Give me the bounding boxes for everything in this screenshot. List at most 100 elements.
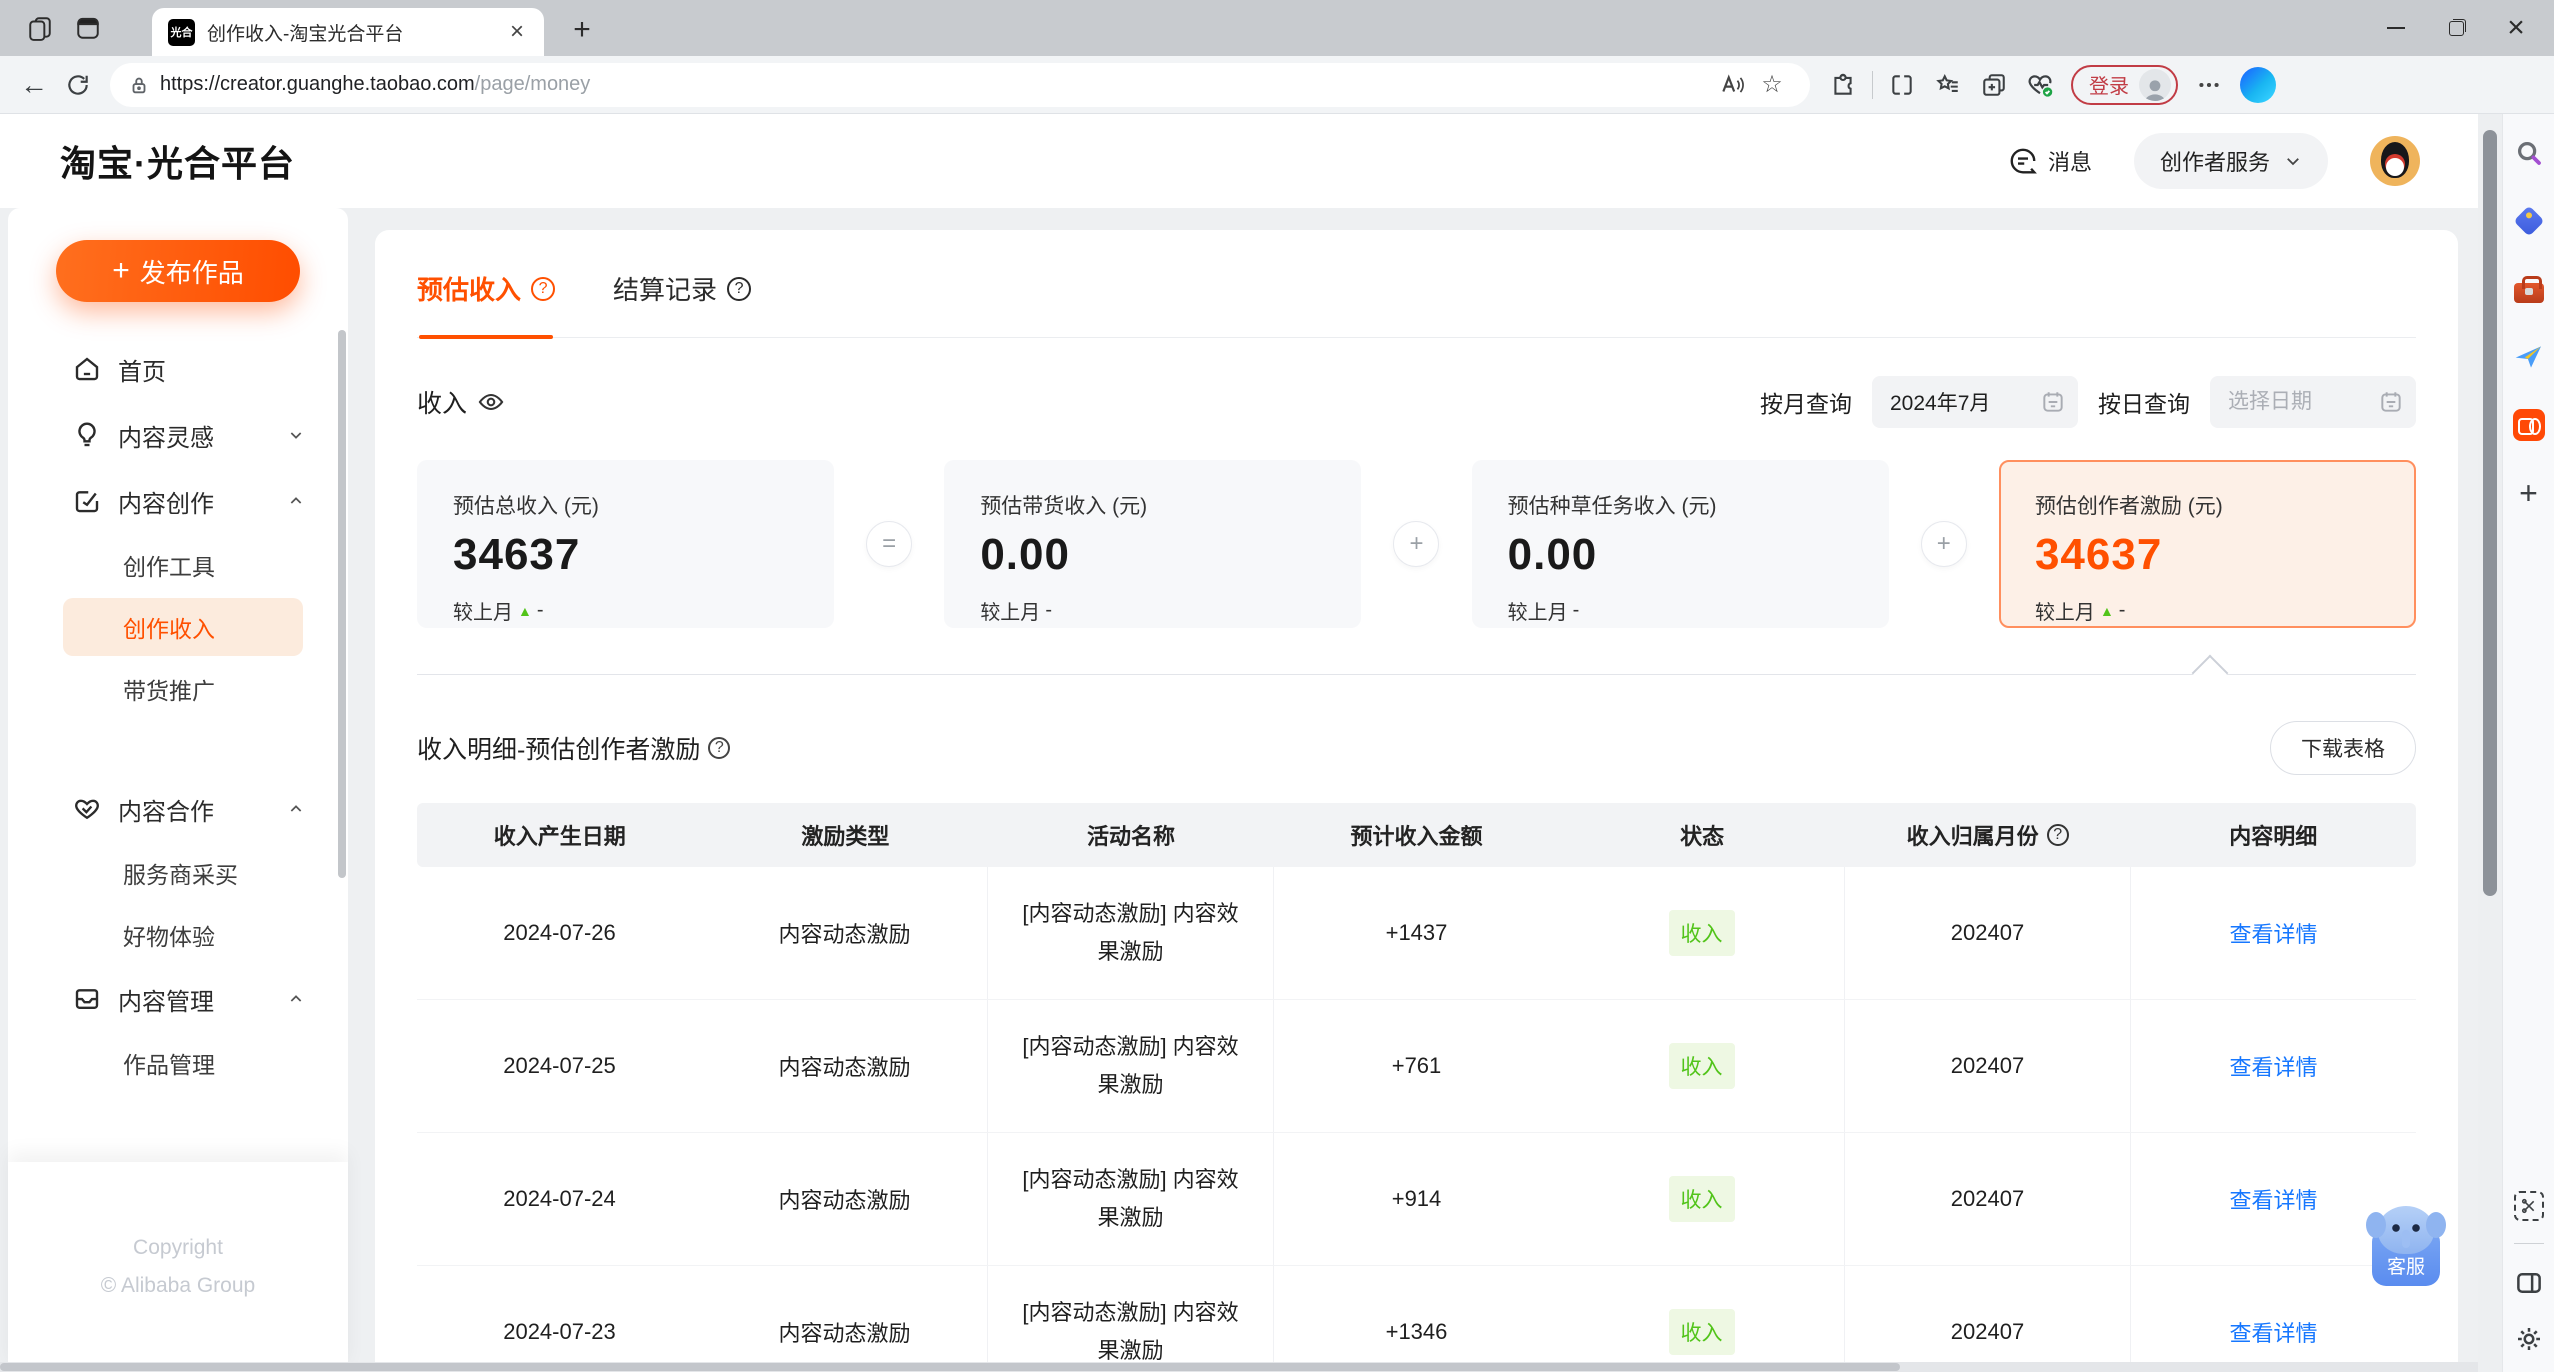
calendar-icon[interactable] xyxy=(2040,389,2066,415)
tools-icon[interactable] xyxy=(2512,272,2546,306)
url-text[interactable]: https://creator.guanghe.taobao.com/page/… xyxy=(160,73,1712,96)
edge-sidebar: + xyxy=(2502,114,2554,1372)
help-icon[interactable]: ? xyxy=(2046,824,2069,846)
messages-button[interactable]: 消息 xyxy=(2008,145,2092,177)
browser-essentials-icon[interactable] xyxy=(2017,64,2063,106)
lightbulb-icon xyxy=(72,420,102,450)
new-tab-button[interactable]: + xyxy=(562,10,602,50)
split-screen-icon[interactable] xyxy=(1879,64,1925,106)
read-aloud-icon[interactable] xyxy=(1712,65,1752,105)
horizontal-scrollbar-thumb[interactable] xyxy=(0,1363,1900,1371)
creator-services-dropdown[interactable]: 创作者服务 xyxy=(2133,133,2328,189)
window-maximize-button[interactable] xyxy=(2426,0,2486,56)
extensions-icon[interactable] xyxy=(1820,64,1866,106)
vertical-scrollbar[interactable] xyxy=(2478,114,2502,1372)
help-icon[interactable]: ? xyxy=(531,276,556,301)
compare-suffix: - xyxy=(1572,599,1580,621)
sidebar-scrollbar[interactable] xyxy=(338,330,346,878)
publish-work-button[interactable]: + 发布作品 xyxy=(56,240,300,302)
cell-month: 202407 xyxy=(1844,867,2130,999)
home-icon xyxy=(72,354,102,384)
heart-hands-icon xyxy=(72,794,102,824)
sidebar-search-icon[interactable] xyxy=(2512,136,2546,170)
date-picker[interactable] xyxy=(2210,376,2416,428)
eye-icon[interactable] xyxy=(477,388,505,416)
sidebar-item-promotion[interactable]: 带货推广 xyxy=(63,658,303,720)
kuaishou-app-icon[interactable] xyxy=(2512,408,2546,442)
collections-icon[interactable] xyxy=(1971,64,2017,106)
cell-activity: [内容动态激励] 内容效果激励 xyxy=(987,1000,1273,1132)
activity-text: [内容动态激励] 内容效果激励 xyxy=(1022,901,1239,964)
compare-label: 较上月 xyxy=(1507,602,1568,624)
income-header-row: 收入 按月查询 2024年7月 按日查询 选择日期 xyxy=(417,374,2416,430)
card-total-income[interactable]: 预估总收入 (元) 34637 较上月 ▲ - xyxy=(417,460,834,628)
copyright-line2: © Alibaba Group xyxy=(100,1274,256,1297)
login-button[interactable]: 登录 xyxy=(2071,64,2178,105)
cell-date: 2024-07-26 xyxy=(503,920,616,945)
customer-service-label: 客服 xyxy=(2386,1257,2425,1278)
send-icon[interactable] xyxy=(2512,340,2546,374)
sidebar-item-creation-income[interactable]: 创作收入 xyxy=(63,598,303,656)
view-details-link[interactable]: 查看详情 xyxy=(2229,917,2317,949)
col-header-amount: 预计收入金额 xyxy=(1350,824,1483,849)
sidebar-toggle-icon[interactable] xyxy=(2512,1266,2546,1300)
sidebar-item-works-management[interactable]: 作品管理 xyxy=(63,1032,303,1094)
download-table-button[interactable]: 下载表格 xyxy=(2270,721,2416,775)
favorite-star-icon[interactable]: ☆ xyxy=(1752,65,1792,105)
col-header-detail: 内容明细 xyxy=(2229,824,2318,849)
back-button[interactable]: ← xyxy=(12,63,56,107)
sidebar-item-cooperation[interactable]: 内容合作 xyxy=(8,776,348,842)
card-task-income[interactable]: 预估种草任务收入 (元) 0.00 较上月 - xyxy=(1471,460,1889,628)
view-details-link[interactable]: 查看详情 xyxy=(2229,1050,2317,1082)
tab-close-icon[interactable]: × xyxy=(506,18,528,46)
view-details-link[interactable]: 查看详情 xyxy=(2229,1316,2317,1348)
activity-text: [内容动态激励] 内容效果激励 xyxy=(1022,1034,1239,1097)
card-creator-incentive[interactable]: 预估创作者激励 (元) 34637 较上月 ▲ - xyxy=(1998,460,2416,628)
site-logo[interactable]: 淘宝·光合平台 xyxy=(60,135,295,187)
address-bar[interactable]: https://creator.guanghe.taobao.com/page/… xyxy=(110,62,1810,107)
help-icon[interactable]: ? xyxy=(708,737,731,759)
table-row: 2024-07-24 内容动态激励 [内容动态激励] 内容效果激励 +914 收… xyxy=(417,1133,2416,1266)
cell-activity: [内容动态激励] 内容效果激励 xyxy=(987,1133,1273,1265)
tab-actions-icon[interactable] xyxy=(70,10,106,46)
sidebar-settings-gear-icon[interactable] xyxy=(2512,1322,2546,1356)
favorites-list-icon[interactable] xyxy=(1925,64,1971,106)
query-day-label: 按日查询 xyxy=(2098,391,2190,417)
tab-settlement-records[interactable]: 结算记录 ? xyxy=(613,270,752,337)
settings-more-icon[interactable] xyxy=(2186,64,2232,106)
sidebar-item-home[interactable]: 首页 xyxy=(8,336,348,402)
window-close-button[interactable]: × xyxy=(2486,0,2546,56)
sidebar-item-service-purchase[interactable]: 服务商采买 xyxy=(63,842,303,904)
view-details-link[interactable]: 查看详情 xyxy=(2229,1183,2317,1215)
window-minimize-button[interactable] xyxy=(2366,0,2426,56)
table-header-row: 收入产生日期 激励类型 活动名称 预计收入金额 状态 收入归属月份? 内容明细 xyxy=(417,803,2416,867)
copilot-icon[interactable] xyxy=(2240,66,2276,103)
sidebar-item-creation[interactable]: 内容创作 xyxy=(8,468,348,534)
income-tabs: 预估收入 ? 结算记录 ? xyxy=(417,230,2416,339)
sidebar-item-goods-experience[interactable]: 好物体验 xyxy=(63,904,303,966)
shopping-icon[interactable] xyxy=(2512,204,2546,238)
refresh-button[interactable] xyxy=(56,63,100,107)
sidebar-item-creation-tools[interactable]: 创作工具 xyxy=(63,534,303,596)
workspaces-icon[interactable] xyxy=(22,10,58,46)
sidebar-item-label: 带货推广 xyxy=(123,678,215,704)
customer-service-button[interactable]: 客服 xyxy=(2366,1206,2446,1286)
horizontal-scrollbar[interactable] xyxy=(0,1362,2478,1372)
user-avatar[interactable] xyxy=(2370,136,2420,186)
screenshot-icon[interactable] xyxy=(2513,1191,2544,1221)
browser-tab[interactable]: 光合 创作收入-淘宝光合平台 × xyxy=(152,8,544,56)
detail-title-label: 收入明细-预估创作者激励 xyxy=(417,736,701,764)
sidebar-item-label: 内容管理 xyxy=(118,988,214,1016)
add-sidebar-app-icon[interactable]: + xyxy=(2512,475,2546,511)
calendar-icon[interactable] xyxy=(2378,389,2404,415)
tab-estimated-income[interactable]: 预估收入 ? xyxy=(417,270,556,339)
help-icon[interactable]: ? xyxy=(727,276,752,301)
vertical-scrollbar-thumb[interactable] xyxy=(2483,130,2497,896)
sidebar-item-management[interactable]: 内容管理 xyxy=(8,966,348,1032)
plus-operator: + xyxy=(1393,521,1440,567)
month-picker[interactable] xyxy=(1872,376,2078,428)
chevron-up-icon xyxy=(288,801,304,817)
publish-label: 发布作品 xyxy=(139,257,244,288)
card-goods-income[interactable]: 预估带货收入 (元) 0.00 较上月 - xyxy=(944,460,1362,628)
sidebar-item-inspiration[interactable]: 内容灵感 xyxy=(8,402,348,468)
